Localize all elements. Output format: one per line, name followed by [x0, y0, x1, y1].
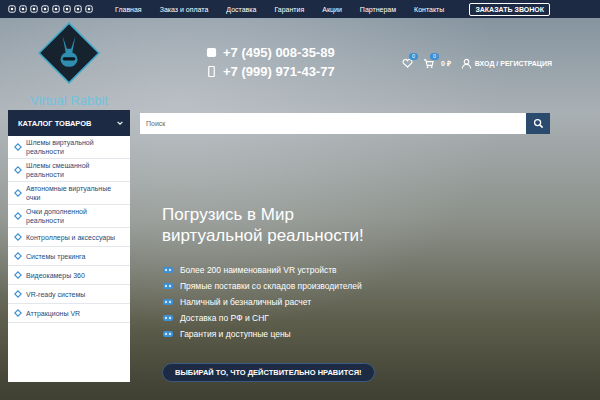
- magnifier-icon: [533, 118, 544, 129]
- catalog-item[interactable]: Шлемы виртуальной реальности: [8, 136, 130, 159]
- page: Главная Заказ и оплата Доставка Гарантия Акц…: [0, 0, 600, 400]
- vk-icon[interactable]: [63, 5, 71, 13]
- feature-icon: [162, 296, 174, 308]
- diamond-icon: [14, 290, 22, 298]
- content: Погрузись в Мирвиртуальной реальности! Бо…: [140, 110, 550, 382]
- top-bar: Главная Заказ и оплата Доставка Гарантия Акц…: [0, 0, 600, 18]
- hero: Погрузись в Мирвиртуальной реальности! Бо…: [140, 204, 550, 382]
- diamond-icon: [14, 212, 22, 220]
- feature-icon: [162, 280, 174, 292]
- feature-item: Наличный и безналичный расчет: [162, 294, 550, 310]
- feature-item: Доставка по РФ и СНГ: [162, 310, 550, 326]
- diamond-icon: [14, 309, 22, 317]
- user-bar: 000 ₽ВХОД / РЕГИСТРАЦИЯ: [402, 18, 552, 110]
- mobile-icon: [206, 66, 217, 77]
- phone-number[interactable]: +7 (495) 008-35-89: [206, 45, 335, 60]
- diamond-icon: [14, 233, 22, 241]
- logo-text: Virtual Rabbit: [30, 93, 108, 108]
- catalog-menu: КАТАЛОГ ТОВАРОВШлемы виртуальной реально…: [8, 110, 130, 382]
- phone-icon: [206, 47, 217, 58]
- login-link[interactable]: ВХОД / РЕГИСТРАЦИЯ: [461, 58, 552, 69]
- callback-button[interactable]: ЗАКАЗАТЬ ЗВОНОК: [469, 3, 550, 16]
- diamond-icon: [14, 271, 22, 279]
- diamond-icon: [14, 166, 22, 174]
- main-nav: Главная Заказ и оплата Доставка Гарантия Акц…: [115, 6, 444, 13]
- catalog-item[interactable]: Шлемы смешанной реальности: [8, 159, 130, 182]
- odnoklassniki-icon[interactable]: [19, 5, 27, 13]
- nav-link[interactable]: Доставка: [226, 6, 256, 13]
- nav-link[interactable]: Акции: [322, 6, 342, 13]
- youtube-icon[interactable]: [30, 5, 38, 13]
- wishlist-count-badge: 0: [409, 53, 418, 60]
- feature-item: Гарантия и доступные цены: [162, 326, 550, 342]
- catalog-item[interactable]: Автономные виртуальные очки: [8, 182, 130, 205]
- catalog-item[interactable]: Очки дополненной реальности: [8, 205, 130, 228]
- nav-link[interactable]: Главная: [115, 6, 142, 13]
- wishlist[interactable]: 0: [402, 58, 413, 69]
- phones: +7 (495) 008-35-89 +7 (999) 971-43-77: [206, 18, 335, 110]
- cta-button[interactable]: ВЫБИРАЙ ТО, ЧТО ДЕЙСТВИТЕЛЬНО НРАВИТСЯ!: [162, 363, 375, 382]
- telegram-icon[interactable]: [85, 5, 93, 13]
- main: КАТАЛОГ ТОВАРОВШлемы виртуальной реально…: [0, 110, 600, 382]
- facebook-icon[interactable]: [41, 5, 49, 13]
- search-bar: [140, 113, 550, 134]
- phone-number[interactable]: +7 (999) 971-43-77: [206, 64, 335, 79]
- feature-list: Более 200 наименований VR устройствПрямы…: [162, 262, 550, 342]
- cart[interactable]: 00 ₽: [423, 58, 451, 69]
- rabbit-logo-icon: [37, 21, 101, 85]
- user-icon: [461, 58, 472, 69]
- cart-total: 0 ₽: [441, 59, 451, 68]
- logo[interactable]: Virtual Rabbit: [8, 18, 130, 110]
- nav-link[interactable]: Гарантия: [274, 6, 304, 13]
- diamond-icon: [14, 252, 22, 260]
- search-button[interactable]: [526, 113, 550, 134]
- twitter-icon[interactable]: [74, 5, 82, 13]
- catalog-header[interactable]: КАТАЛОГ ТОВАРОВ: [8, 110, 130, 136]
- nav-link[interactable]: Контакты: [414, 6, 444, 13]
- feature-icon: [162, 328, 174, 340]
- catalog-item[interactable]: Аттракционы VR: [8, 304, 130, 323]
- catalog-item[interactable]: Видеокамеры 360: [8, 266, 130, 285]
- header: Virtual Rabbit +7 (495) 008-35-89 +7 (999)…: [0, 18, 600, 110]
- search-input[interactable]: [140, 113, 526, 134]
- feature-item: Прямые поставки со складов производителе…: [162, 278, 550, 294]
- social-links: [8, 5, 93, 13]
- nav-link[interactable]: Заказ и оплата: [160, 6, 209, 13]
- feature-icon: [162, 264, 174, 276]
- diamond-icon: [14, 189, 22, 197]
- diamond-icon: [14, 143, 22, 151]
- catalog-item[interactable]: Системы трекинга: [8, 247, 130, 266]
- feature-icon: [162, 312, 174, 324]
- whatsapp-icon[interactable]: [52, 5, 60, 13]
- hero-title: Погрузись в Мирвиртуальной реальности!: [162, 204, 550, 246]
- cart-count-badge: 0: [430, 53, 439, 60]
- nav-link[interactable]: Партнерам: [360, 6, 396, 13]
- instagram-icon[interactable]: [8, 5, 16, 13]
- chevron-down-icon: [116, 119, 124, 127]
- catalog-item[interactable]: VR-ready системы: [8, 285, 130, 304]
- feature-item: Более 200 наименований VR устройств: [162, 262, 550, 278]
- catalog-item[interactable]: Контроллеры и аксессуары: [8, 228, 130, 247]
